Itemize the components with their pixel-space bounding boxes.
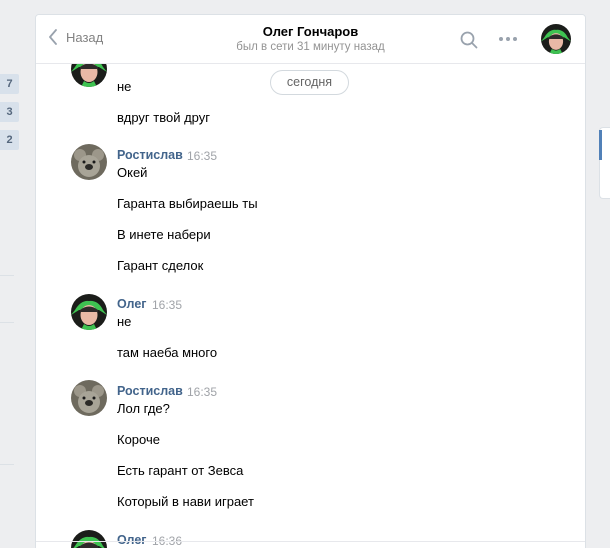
message-text: вдруг твой друг <box>117 110 211 125</box>
avatar[interactable] <box>71 144 107 180</box>
sidebar-counter-1[interactable]: 7 <box>0 74 19 94</box>
message-text: там наеба много <box>117 345 218 360</box>
message-text: Короче <box>117 432 160 447</box>
message-text: Который в нави играет <box>117 494 254 509</box>
message-time[interactable]: 16:35 <box>187 149 217 163</box>
message-text: Гарант сделок <box>117 258 204 273</box>
message-author[interactable]: Олег <box>117 297 147 311</box>
avatar[interactable] <box>71 380 107 416</box>
message-text: В инете набери <box>117 227 211 242</box>
sidebar-divider <box>0 322 14 323</box>
message-time[interactable]: 16:35 <box>187 385 217 399</box>
avatar[interactable] <box>541 24 571 54</box>
message-text: Лол где? <box>117 401 170 416</box>
right-menu-active-indicator <box>599 130 602 160</box>
chat-header: Назад Олег Гончаров был в сети 31 минуту… <box>36 15 585 64</box>
avatar[interactable] <box>71 530 107 548</box>
message-author[interactable]: Ростислав <box>117 384 183 398</box>
sidebar-counter-2[interactable]: 3 <box>0 102 19 122</box>
search-icon[interactable] <box>460 31 478 52</box>
message-text: не <box>117 79 132 94</box>
message-text: Окей <box>117 165 148 180</box>
message-author[interactable]: Олег <box>117 533 147 547</box>
sidebar-divider <box>0 464 14 465</box>
more-icon[interactable] <box>499 37 517 41</box>
sidebar-counter-3[interactable]: 2 <box>0 130 19 150</box>
message-text: Есть гарант от Зевса <box>117 463 244 478</box>
date-separator: сегодня <box>270 70 349 95</box>
message-text: Гаранта выбираешь ты <box>117 196 258 211</box>
message-author[interactable]: Ростислав <box>117 148 183 162</box>
composer-divider <box>36 541 585 542</box>
sidebar-divider <box>0 275 14 276</box>
chat-window: Назад Олег Гончаров был в сети 31 минуту… <box>35 14 586 548</box>
message-time[interactable]: 16:35 <box>152 298 182 312</box>
online-status: был в сети 31 минуту назад <box>236 41 385 53</box>
avatar[interactable] <box>71 294 107 330</box>
message-text: не <box>117 314 132 329</box>
message-list[interactable]: сегодня не вдруг твой друг Ростислав 16:… <box>36 51 585 548</box>
